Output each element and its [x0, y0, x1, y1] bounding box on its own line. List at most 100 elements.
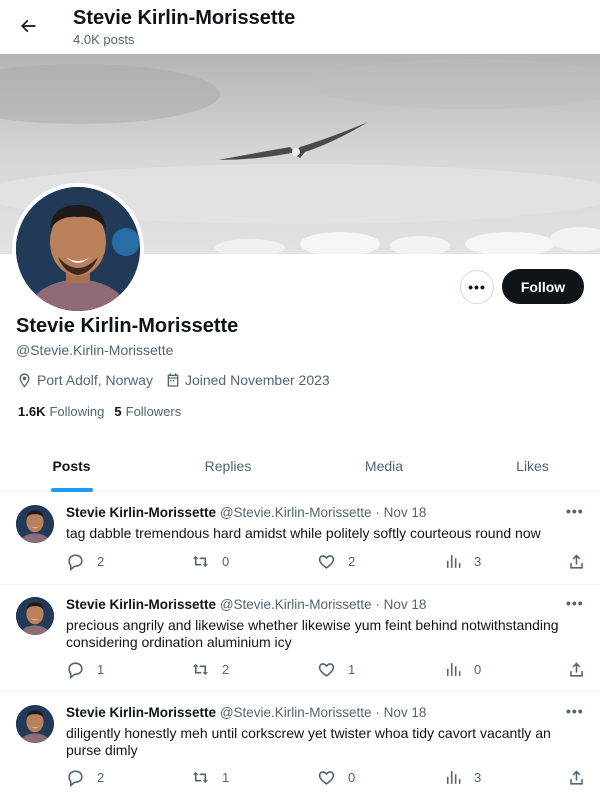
following-link[interactable]: 1.6K Following — [18, 404, 104, 419]
reply-button[interactable]: 2 — [66, 552, 104, 571]
profile-meta: Port Adolf, Norway Joined November 2023 — [16, 370, 342, 390]
post-actions: 2 0 2 3 — [66, 552, 586, 572]
bar-chart-icon — [446, 555, 461, 568]
post-header: Stevie Kirlin-Morissette @Stevie.Kirlin-… — [66, 505, 426, 520]
tab-replies[interactable]: Replies — [143, 440, 313, 492]
avatar-image — [16, 705, 54, 743]
post-avatar[interactable] — [16, 705, 54, 743]
post-more-button[interactable]: ••• — [566, 503, 584, 519]
tab-posts-label: Posts — [52, 458, 91, 474]
follow-button-label: Follow — [520, 278, 566, 295]
share-button[interactable] — [567, 660, 586, 682]
profile-name: Stevie Kirlin-Morissette — [16, 315, 239, 337]
tab-replies-label: Replies — [204, 458, 252, 474]
like-button[interactable]: 2 — [317, 552, 355, 571]
post-actions: 1 2 1 0 — [66, 660, 586, 680]
share-upload-icon — [570, 770, 583, 785]
views-button[interactable]: 3 — [443, 552, 481, 571]
followers-count: 5 — [114, 404, 122, 419]
post-author-handle[interactable]: @Stevie.Kirlin-Morissette — [220, 505, 372, 520]
more-options-button[interactable]: ••• — [460, 270, 494, 304]
views-button[interactable]: 3 — [443, 768, 481, 787]
followers-link[interactable]: 5 Followers — [114, 404, 181, 419]
post-author-name[interactable]: Stevie Kirlin-Morissette — [66, 597, 216, 612]
heart-icon — [318, 663, 335, 677]
repost-button[interactable]: 0 — [191, 552, 229, 571]
share-button[interactable] — [567, 552, 586, 574]
like-count: 0 — [348, 770, 356, 785]
repost-count: 2 — [222, 662, 230, 677]
avatar-image — [16, 187, 140, 311]
post-date[interactable]: · Nov 18 — [375, 505, 426, 520]
repost-button[interactable]: 1 — [191, 768, 229, 787]
location-pin-icon — [19, 372, 30, 388]
post-more-button[interactable]: ••• — [566, 595, 584, 611]
post-text: tag dabble tremendous hard amidst while … — [66, 525, 541, 541]
post-header: Stevie Kirlin-Morissette @Stevie.Kirlin-… — [66, 597, 426, 612]
reply-count: 2 — [97, 554, 105, 569]
tab-likes-label: Likes — [516, 458, 549, 474]
following-label: Following — [49, 404, 105, 419]
share-upload-icon — [570, 554, 583, 569]
tab-media[interactable]: Media — [313, 440, 455, 492]
post-item[interactable]: Stevie Kirlin-Morissette @Stevie.Kirlin-… — [0, 585, 600, 692]
tab-posts[interactable]: Posts — [0, 440, 143, 492]
profile-tabs: Posts Replies Media Likes — [0, 440, 600, 492]
repost-icon — [192, 555, 209, 568]
bar-chart-icon — [446, 771, 461, 784]
post-author-name[interactable]: Stevie Kirlin-Morissette — [66, 705, 216, 720]
profile-stats: 1.6K Following 5 Followers — [18, 404, 191, 419]
post-date[interactable]: · Nov 18 — [375, 705, 426, 720]
post-date[interactable]: · Nov 18 — [375, 597, 426, 612]
avatar-image — [16, 597, 54, 635]
like-count: 2 — [348, 554, 356, 569]
heart-icon — [318, 771, 335, 785]
avatar-image — [16, 505, 54, 543]
post-more-button[interactable]: ••• — [566, 703, 584, 719]
arrow-left-icon — [21, 19, 36, 33]
reply-button[interactable]: 1 — [66, 660, 104, 679]
share-button[interactable] — [567, 768, 586, 790]
post-author-handle[interactable]: @Stevie.Kirlin-Morissette — [220, 597, 372, 612]
following-count: 1.6K — [18, 404, 46, 419]
followers-label: Followers — [125, 404, 182, 419]
post-item[interactable]: Stevie Kirlin-Morissette @Stevie.Kirlin-… — [0, 493, 600, 585]
reply-button[interactable]: 2 — [66, 768, 104, 787]
tab-likes[interactable]: Likes — [455, 440, 600, 492]
post-header: Stevie Kirlin-Morissette @Stevie.Kirlin-… — [66, 705, 426, 720]
header-post-count: 4.0K posts — [73, 32, 135, 47]
follow-button[interactable]: Follow — [502, 269, 584, 304]
views-count: 3 — [474, 770, 482, 785]
repost-icon — [192, 771, 209, 784]
post-author-name[interactable]: Stevie Kirlin-Morissette — [66, 505, 216, 520]
views-count: 0 — [474, 662, 482, 677]
back-button[interactable] — [12, 10, 44, 42]
profile-joined: Joined November 2023 — [165, 372, 330, 388]
repost-button[interactable]: 2 — [191, 660, 229, 679]
repost-icon — [192, 663, 209, 676]
views-button[interactable]: 0 — [443, 660, 481, 679]
tab-media-label: Media — [364, 458, 404, 474]
reply-count: 2 — [97, 770, 105, 785]
post-item[interactable]: Stevie Kirlin-Morissette @Stevie.Kirlin-… — [0, 693, 600, 800]
calendar-icon — [167, 373, 179, 387]
like-button[interactable]: 1 — [317, 660, 355, 679]
repost-count: 1 — [222, 770, 230, 785]
post-text: diligently honestly meh until corkscrew … — [66, 725, 551, 758]
post-author-handle[interactable]: @Stevie.Kirlin-Morissette — [220, 705, 372, 720]
repost-count: 0 — [222, 554, 230, 569]
reply-bubble-icon — [68, 770, 83, 787]
share-upload-icon — [570, 662, 583, 677]
post-avatar[interactable] — [16, 505, 54, 543]
profile-avatar[interactable] — [12, 183, 144, 315]
reply-bubble-icon — [68, 662, 83, 679]
header-title: Stevie Kirlin-Morissette — [73, 7, 296, 29]
post-avatar[interactable] — [16, 597, 54, 635]
profile-handle: @Stevie.Kirlin-Morissette — [16, 342, 174, 358]
reply-count: 1 — [97, 662, 105, 677]
like-button[interactable]: 0 — [317, 768, 355, 787]
location-text: Port Adolf, Norway — [37, 372, 153, 388]
more-options-label: ••• — [468, 279, 486, 295]
top-bar: Stevie Kirlin-Morissette 4.0K posts — [0, 0, 600, 54]
active-tab-indicator — [50, 488, 93, 492]
